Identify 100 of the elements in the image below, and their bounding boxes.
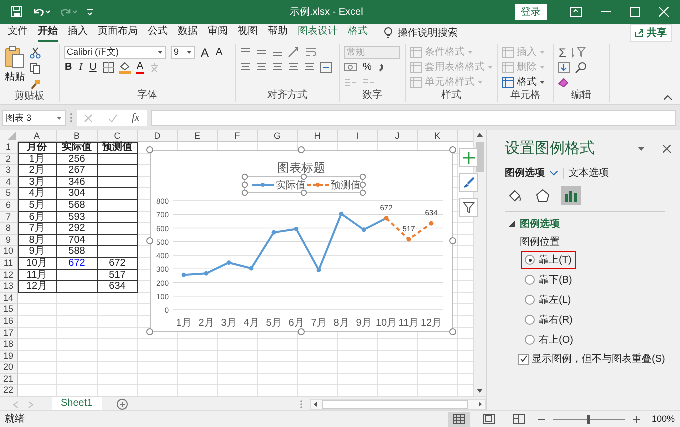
chart-filters-button[interactable] xyxy=(459,198,478,217)
radio-option[interactable]: 靠右(R) xyxy=(521,311,577,329)
column-header[interactable]: D xyxy=(138,130,178,142)
resize-handle[interactable] xyxy=(298,146,305,154)
ribbon-tab[interactable]: 审阅 xyxy=(208,24,228,42)
row-header[interactable]: 17 xyxy=(0,328,18,340)
paste-button[interactable]: 粘贴 xyxy=(4,46,26,84)
italic-button[interactable]: I xyxy=(78,62,84,74)
row-header[interactable]: 14 xyxy=(0,292,18,304)
ribbon-tab[interactable]: 帮助 xyxy=(268,24,288,42)
checkbox-option[interactable]: 显示图例，但不与图表重叠(S) xyxy=(518,352,666,366)
row-header[interactable]: 5 xyxy=(0,188,18,200)
add-sheet-icon[interactable] xyxy=(116,399,128,410)
row-header[interactable]: 3 xyxy=(0,165,18,177)
currency-icon[interactable] xyxy=(344,62,357,73)
row-header[interactable]: 13 xyxy=(0,281,18,293)
resize-handle[interactable] xyxy=(300,174,308,180)
chart-elements-button[interactable] xyxy=(459,148,478,167)
row-header[interactable]: 10 xyxy=(0,246,18,258)
ribbon-tab[interactable]: 图表设计 xyxy=(298,24,338,42)
row-header[interactable]: 19 xyxy=(0,350,18,362)
row-header[interactable]: 22 xyxy=(0,385,18,396)
dropdown-icon[interactable] xyxy=(638,146,645,150)
align-icon[interactable] xyxy=(304,62,315,73)
column-header[interactable]: E xyxy=(178,130,218,142)
scissors-icon[interactable] xyxy=(30,47,41,59)
row-header[interactable]: 6 xyxy=(0,200,18,212)
ribbon-tab[interactable]: 页面布局 xyxy=(98,24,138,42)
row-header[interactable]: 7 xyxy=(0,212,18,224)
collapse-ribbon-icon[interactable] xyxy=(664,95,672,100)
row-header[interactable]: 1 xyxy=(0,142,18,154)
name-box[interactable]: 图表 3 xyxy=(2,110,66,126)
save-icon[interactable] xyxy=(11,6,23,18)
format-painter-icon[interactable] xyxy=(30,79,41,91)
cell-command[interactable]: 格式 xyxy=(502,76,545,89)
align-icon[interactable] xyxy=(288,62,299,73)
column-header[interactable]: F xyxy=(218,130,258,142)
font-size-dropdown[interactable]: 9 xyxy=(171,46,195,59)
resize-handle[interactable] xyxy=(146,238,154,244)
zoom-thumb[interactable] xyxy=(587,414,590,424)
maximize-icon[interactable] xyxy=(630,7,640,17)
column-header[interactable]: C xyxy=(98,130,138,142)
customize-icon[interactable] xyxy=(86,7,94,17)
column-header[interactable]: A xyxy=(18,130,57,142)
lightbulb-icon[interactable] xyxy=(384,27,393,39)
radio-option[interactable]: 靠上(T) xyxy=(521,251,576,269)
splitter-icon[interactable] xyxy=(300,400,303,409)
redo-icon[interactable] xyxy=(59,6,77,18)
row-header[interactable]: 15 xyxy=(0,304,18,316)
radio-option[interactable]: 靠下(B) xyxy=(521,271,576,289)
ribbon-tab[interactable]: 数据 xyxy=(178,24,198,42)
ribbon-tab[interactable]: 格式 xyxy=(348,24,368,42)
ribbon-tab[interactable]: 文件 xyxy=(8,24,28,42)
column-header[interactable]: G xyxy=(258,130,298,142)
resize-handle[interactable] xyxy=(450,328,456,336)
ribbon-tab[interactable]: 公式 xyxy=(148,24,168,42)
radio-option[interactable]: 靠左(L) xyxy=(521,291,576,309)
legend-options-icon[interactable] xyxy=(561,186,581,205)
row-header[interactable]: 16 xyxy=(0,316,18,328)
copy-icon[interactable] xyxy=(30,63,41,75)
row-header[interactable]: 2 xyxy=(0,154,18,166)
panel-tab[interactable]: 图例选项 xyxy=(505,166,545,180)
ribbon-display-icon[interactable] xyxy=(570,7,582,17)
column-header[interactable]: H xyxy=(298,130,338,142)
fill-color-icon[interactable] xyxy=(118,62,131,74)
chevron-icon[interactable] xyxy=(550,170,558,176)
merge-cells-icon[interactable] xyxy=(320,62,332,73)
insert-function-button[interactable]: fx xyxy=(132,112,140,124)
zoom-in-icon[interactable] xyxy=(632,416,640,422)
percent-button[interactable]: % xyxy=(362,62,373,74)
search-field[interactable]: 操作说明搜索 xyxy=(398,26,458,40)
sign-in-button[interactable]: 登录 xyxy=(515,4,547,20)
row-header[interactable]: 12 xyxy=(0,270,18,282)
undo-icon[interactable] xyxy=(32,6,50,18)
ribbon-tab[interactable]: 插入 xyxy=(68,24,88,42)
resize-handle[interactable] xyxy=(146,328,154,336)
formula-input[interactable] xyxy=(151,110,676,126)
row-header[interactable]: 18 xyxy=(0,339,18,351)
column-header[interactable]: I xyxy=(338,130,378,142)
resize-handle[interactable] xyxy=(450,146,456,154)
border-icon[interactable] xyxy=(102,62,114,73)
decrease-font-size-button[interactable]: A xyxy=(215,46,224,58)
underline-button[interactable]: U xyxy=(88,62,98,74)
search-icon[interactable] xyxy=(575,62,587,74)
normal-view-icon[interactable] xyxy=(448,412,470,426)
column-header[interactable]: B xyxy=(57,130,98,142)
close-icon[interactable] xyxy=(663,144,671,152)
panel-tab[interactable]: 文本选项 xyxy=(569,166,609,180)
resize-handle[interactable] xyxy=(298,328,305,336)
row-header[interactable]: 20 xyxy=(0,362,18,374)
resize-handle[interactable] xyxy=(450,238,456,244)
legend-box[interactable] xyxy=(244,176,364,194)
row-header[interactable]: 8 xyxy=(0,223,18,235)
share-button[interactable]: 共享 xyxy=(630,24,672,42)
text-orientation-icon[interactable] xyxy=(288,47,300,58)
font-dropdown[interactable]: Calibri (正文) xyxy=(64,46,166,59)
section-header[interactable]: 图例选项 xyxy=(509,217,560,231)
radio-option[interactable]: 右上(O) xyxy=(521,331,578,349)
chart-styles-button[interactable] xyxy=(459,173,478,192)
sort-filter-icon[interactable] xyxy=(572,47,586,58)
